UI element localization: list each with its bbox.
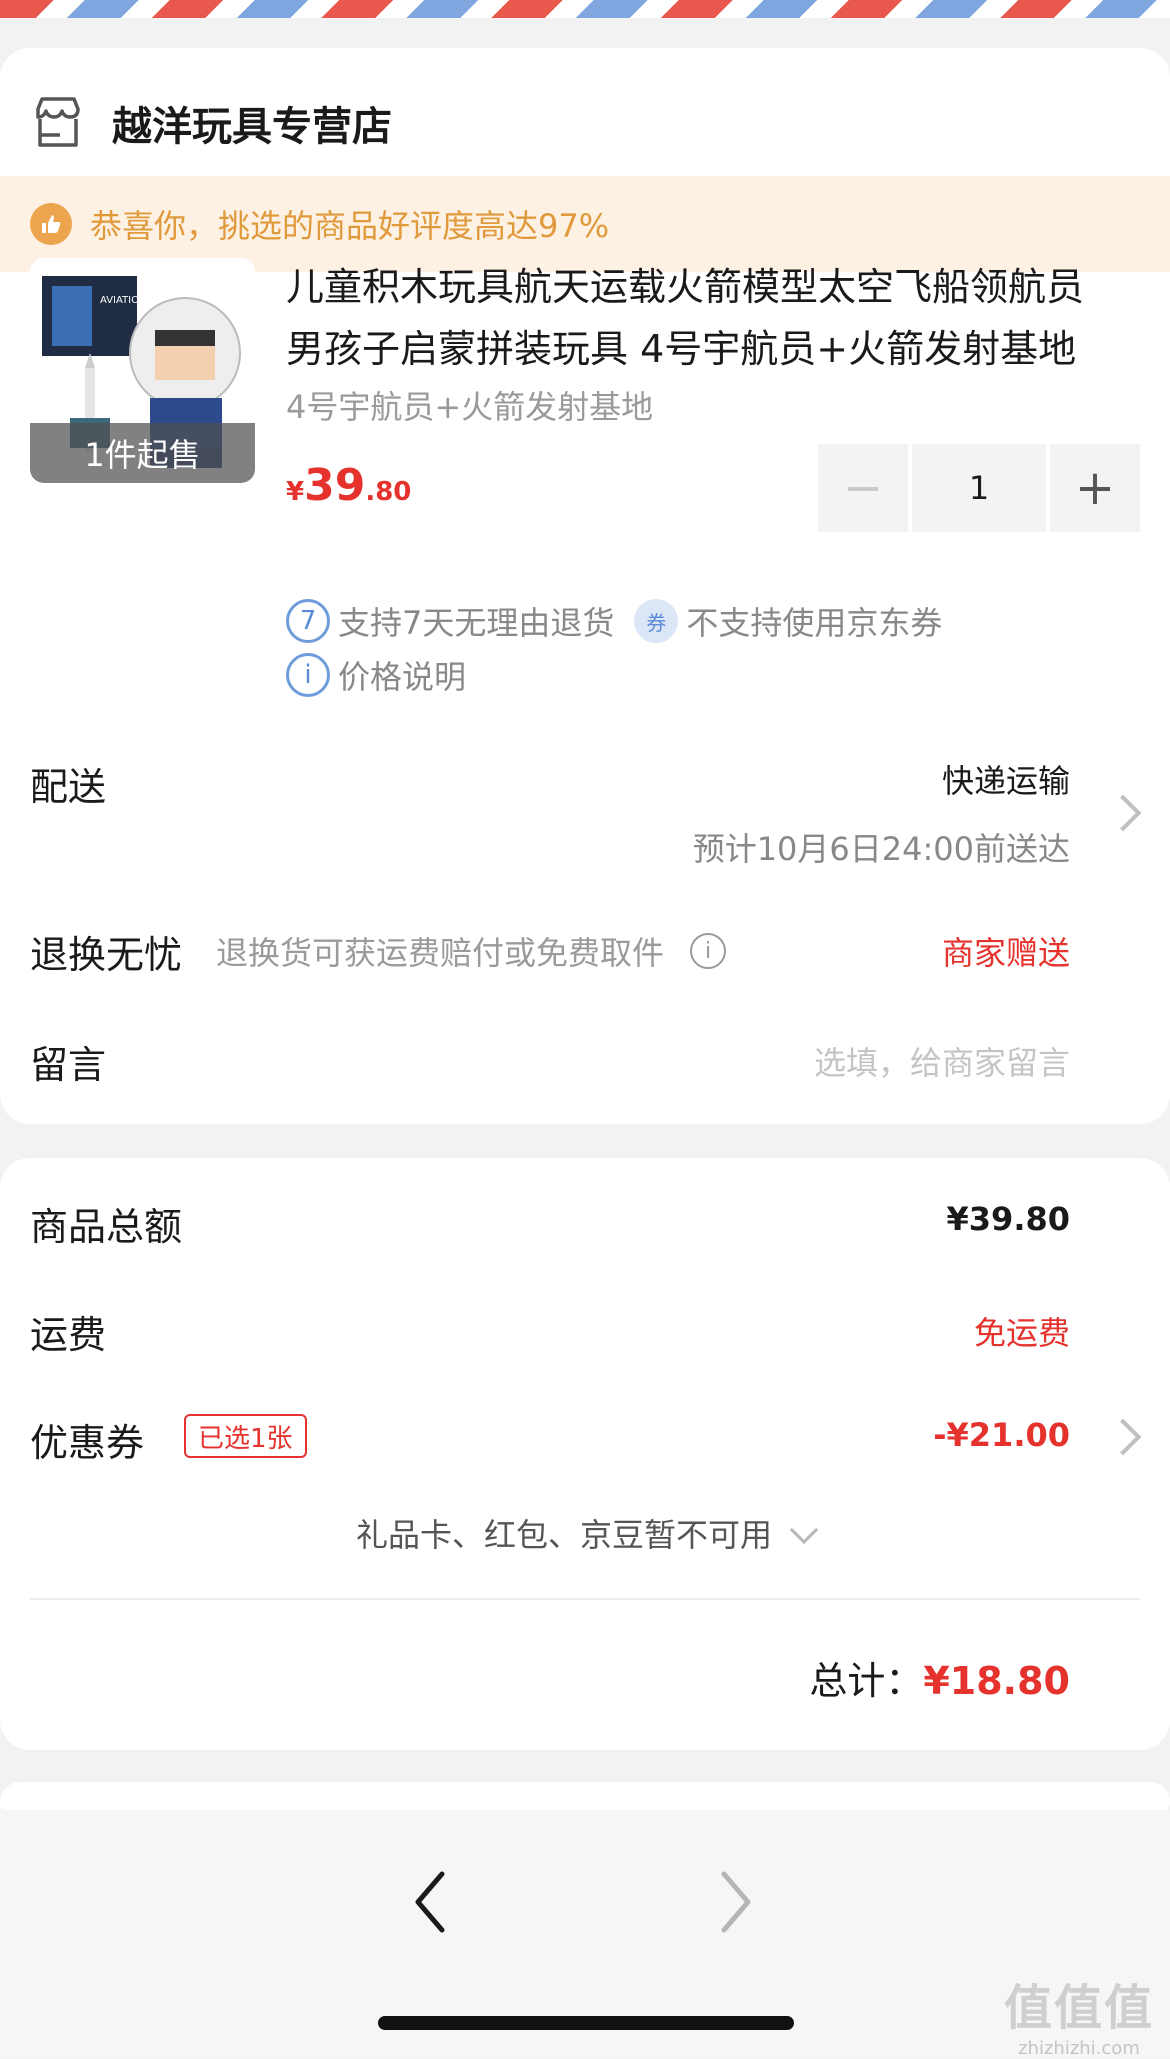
store-header[interactable]: 越洋玩具专营店 xyxy=(30,78,392,168)
increase-button[interactable]: + xyxy=(1050,444,1140,532)
product-title[interactable]: 儿童积木玩具航天运载火箭模型太空飞船领航员男孩子启蒙拼装玩具 4号宇航员+火箭发… xyxy=(286,256,1116,380)
coupon-value[interactable]: -¥21.00 xyxy=(933,1416,1070,1454)
store-name: 越洋玩具专营店 xyxy=(112,104,392,150)
store-icon xyxy=(36,97,80,147)
home-indicator[interactable] xyxy=(378,2016,794,2030)
product-thumbnail[interactable]: AVIATION 1件起售 xyxy=(30,258,255,483)
watermark: 值值值 zhizhizhi.com xyxy=(1004,1968,1154,2059)
price-decimal: .80 xyxy=(365,477,412,507)
service-tags: 7 支持7天无理由退货 券 不支持使用京东券 xyxy=(286,598,942,644)
delivery-eta: 预计10月6日24:00前送达 xyxy=(692,830,1070,868)
returns-label: 退换无忧 xyxy=(30,933,183,977)
product-spec[interactable]: 4号宇航员+火箭发射基地 xyxy=(286,382,653,428)
info-icon: i xyxy=(286,653,330,697)
coupon-label: 优惠券 xyxy=(30,1421,145,1465)
total-value: ¥18.80 xyxy=(923,1659,1070,1703)
coupon-selected-badge[interactable]: 已选1张 xyxy=(184,1414,307,1458)
total-label: 总计： xyxy=(809,1659,924,1703)
unavailable-payments[interactable]: 礼品卡、红包、京豆暂不可用 xyxy=(0,1510,1170,1556)
returns-description: 退换货可获运费赔付或免费取件 i xyxy=(216,928,727,974)
price-explanation-link[interactable]: 价格说明 xyxy=(338,652,466,698)
returns-value: 商家赠送 xyxy=(941,934,1070,972)
message-label: 留言 xyxy=(30,1043,107,1087)
goods-total-value: ¥39.80 xyxy=(946,1200,1070,1238)
message-input[interactable]: 选填，给商家留言 xyxy=(814,1038,1070,1084)
seven-day-return-icon: 7 xyxy=(286,599,330,643)
shipping-value: 免运费 xyxy=(973,1314,1070,1352)
watermark-url: zhizhizhi.com xyxy=(1018,2038,1140,2059)
watermark-logo: 值值值 xyxy=(1003,1980,1154,2036)
unavailable-text: 礼品卡、红包、京豆暂不可用 xyxy=(355,1516,772,1554)
decrease-button[interactable]: − xyxy=(818,444,908,532)
delivery-method[interactable]: 快递运输 xyxy=(942,756,1070,802)
forward-arrow-icon[interactable] xyxy=(696,1862,776,1942)
order-total: 总计：¥18.80 xyxy=(809,1650,1070,1705)
svg-text:AVIATION: AVIATION xyxy=(100,295,146,306)
returns-desc-text: 退换货可获运费赔付或免费取件 xyxy=(216,934,665,972)
product-price: ¥39.80 xyxy=(286,460,411,511)
info-icon[interactable]: i xyxy=(690,933,727,969)
rating-text: 恭喜你，挑选的商品好评度高达97% xyxy=(90,207,610,245)
coupon-icon: 券 xyxy=(634,599,679,643)
delivery-label: 配送 xyxy=(30,765,107,809)
goods-total-label: 商品总额 xyxy=(30,1205,183,1249)
chevron-down-icon xyxy=(789,1515,819,1545)
coupon-policy-tag: 不支持使用京东券 xyxy=(686,604,943,642)
quantity-stepper: − 1 + xyxy=(818,444,1140,532)
airmail-stripe xyxy=(0,0,1170,18)
divider xyxy=(30,1598,1140,1600)
return-policy-tag: 支持7天无理由退货 xyxy=(338,604,615,642)
back-arrow-icon[interactable] xyxy=(390,1862,470,1942)
price-integer: 39 xyxy=(304,460,366,511)
quantity-value[interactable]: 1 xyxy=(912,444,1046,532)
thumbs-up-icon xyxy=(30,203,72,245)
min-order-badge: 1件起售 xyxy=(30,423,255,483)
price-currency: ¥ xyxy=(286,477,305,507)
price-note-row[interactable]: i 价格说明 xyxy=(286,652,466,698)
shipping-label: 运费 xyxy=(30,1313,107,1357)
